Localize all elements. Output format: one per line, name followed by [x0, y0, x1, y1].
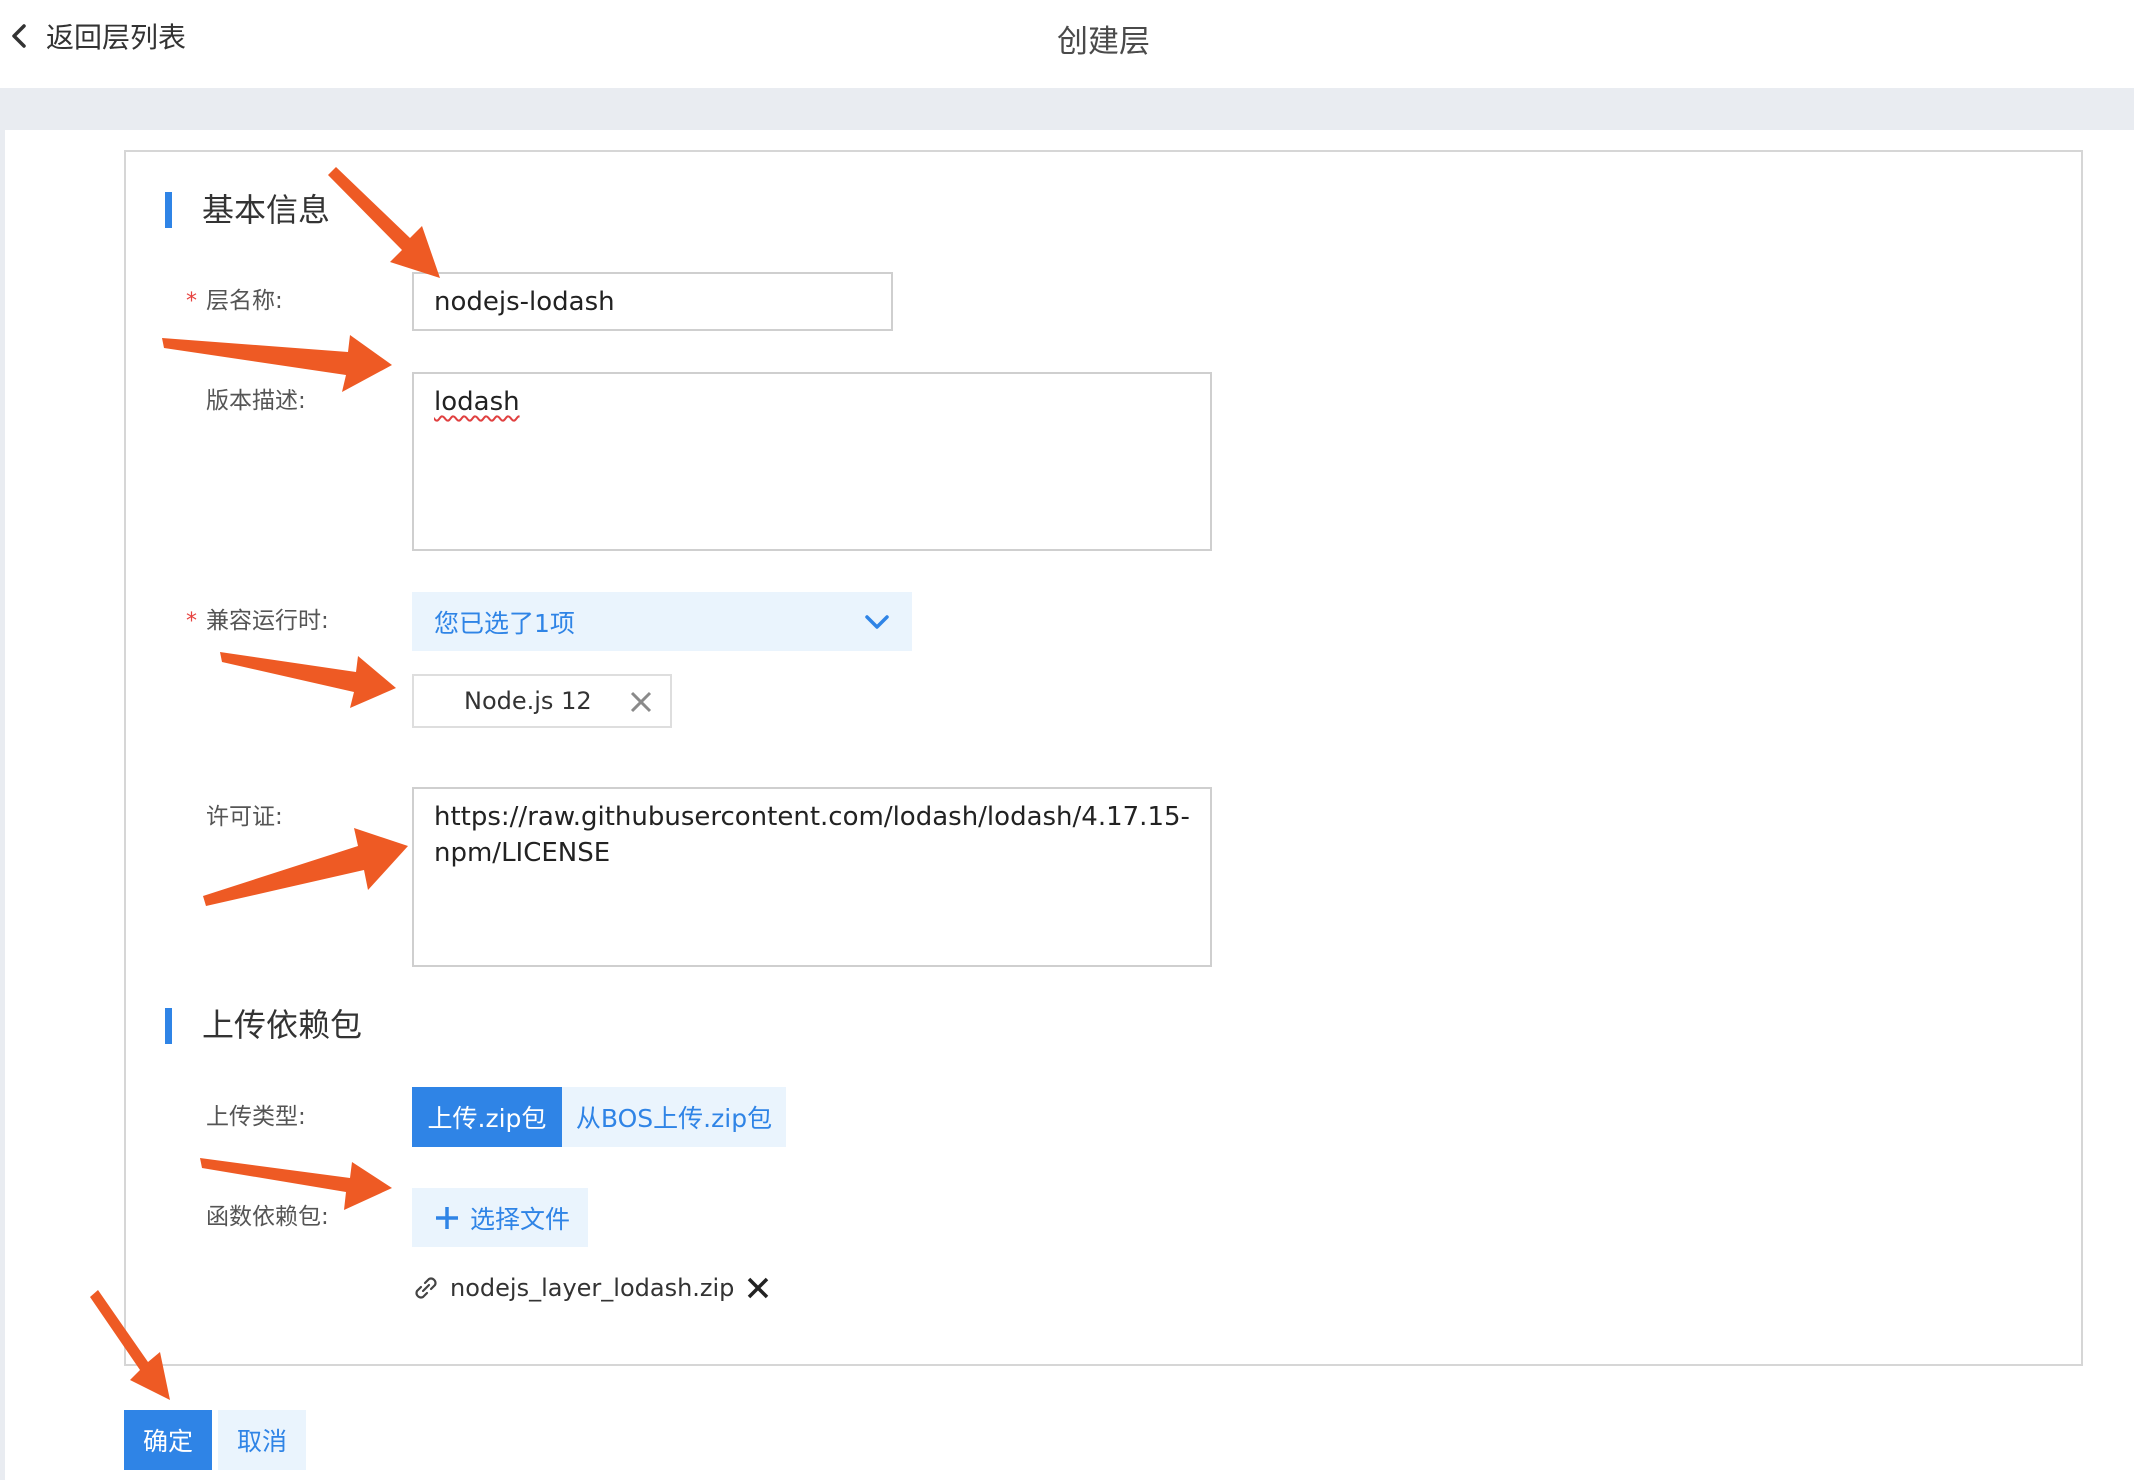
- license-label: 许可证:: [206, 804, 283, 830]
- runtime-label: * 兼容运行时:: [186, 606, 329, 637]
- license-value: https://raw.githubusercontent.com/lodash…: [434, 802, 1190, 868]
- section-marker: [165, 192, 172, 228]
- create-layer-form-card: [124, 150, 2083, 1366]
- close-icon[interactable]: [746, 1276, 770, 1300]
- runtime-chip-label: Node.js 12: [464, 687, 592, 715]
- runtime-label-text: 兼容运行时:: [206, 608, 329, 634]
- package-label: 函数依赖包:: [206, 1204, 329, 1230]
- header-divider-band: [0, 88, 2134, 130]
- layer-name-value: nodejs-lodash: [434, 286, 615, 317]
- required-mark: *: [186, 289, 197, 314]
- cancel-button[interactable]: 取消: [218, 1410, 306, 1470]
- section-marker: [165, 1008, 172, 1044]
- layer-name-label: * 层名称:: [186, 286, 283, 317]
- section-title-upload: 上传依赖包: [202, 1006, 363, 1044]
- confirm-button[interactable]: 确定: [124, 1410, 212, 1470]
- plus-icon: [436, 1206, 458, 1229]
- upload-type-bos-button[interactable]: 从BOS上传.zip包: [562, 1087, 786, 1147]
- section-title-basic-info: 基本信息: [202, 191, 331, 229]
- chevron-down-icon: [865, 614, 889, 629]
- version-desc-textarea[interactable]: lodash: [412, 372, 1212, 551]
- layer-name-input[interactable]: nodejs-lodash: [412, 272, 893, 331]
- close-icon[interactable]: [628, 689, 654, 715]
- runtime-select-text: 您已选了1项: [434, 608, 575, 638]
- runtime-chip: Node.js 12: [412, 674, 672, 728]
- link-icon: [415, 1277, 437, 1299]
- choose-file-label: 选择文件: [470, 1204, 571, 1234]
- uploaded-file-item: nodejs_layer_lodash.zip: [410, 1270, 770, 1306]
- version-desc-value: lodash: [434, 387, 520, 417]
- license-textarea[interactable]: https://raw.githubusercontent.com/lodash…: [412, 787, 1212, 967]
- left-edge-strip: [0, 130, 5, 1480]
- version-desc-label: 版本描述:: [206, 388, 306, 414]
- upload-type-label: 上传类型:: [206, 1104, 306, 1130]
- choose-file-button[interactable]: 选择文件: [412, 1188, 588, 1247]
- uploaded-file-name: nodejs_layer_lodash.zip: [450, 1274, 735, 1302]
- layer-name-label-text: 层名称:: [206, 288, 283, 314]
- upload-type-zip-button[interactable]: 上传.zip包: [412, 1087, 562, 1147]
- required-mark: *: [186, 609, 197, 634]
- runtime-select[interactable]: 您已选了1项: [412, 592, 912, 651]
- page-title: 创建层: [1057, 24, 1150, 60]
